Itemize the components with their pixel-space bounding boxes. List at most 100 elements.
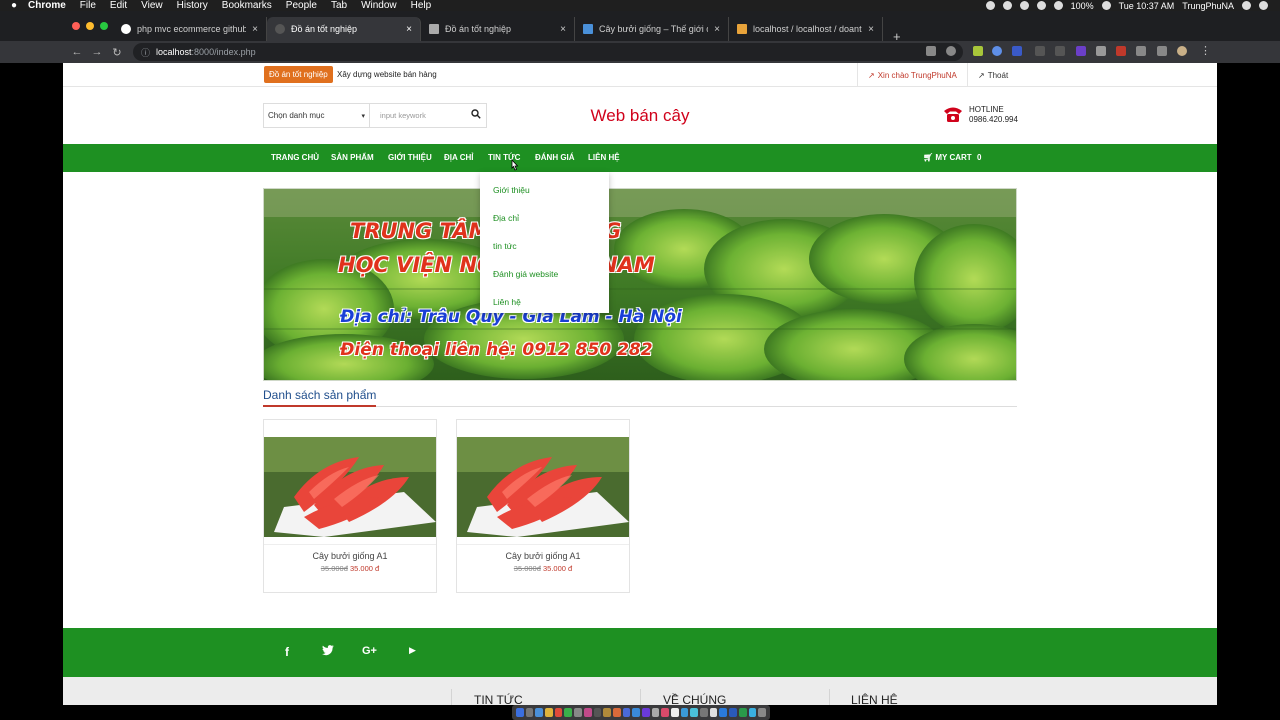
status-app-icon[interactable] xyxy=(1002,1,1012,10)
product-image[interactable] xyxy=(457,437,629,537)
profile-avatar[interactable] xyxy=(1177,46,1187,56)
site-title[interactable]: Web bán cây xyxy=(63,106,1217,126)
menu-window[interactable]: Window xyxy=(361,0,397,11)
dock-app-icon[interactable] xyxy=(593,708,602,717)
dock-skype-icon[interactable] xyxy=(748,708,757,717)
dock-finder-icon[interactable] xyxy=(516,708,524,717)
my-cart-link[interactable]: 🛒︎ MY CART xyxy=(923,144,972,172)
dock-launchpad-icon[interactable] xyxy=(525,708,534,717)
address-bar[interactable]: ⓘ localhost:8000/index.php xyxy=(133,43,963,61)
user-name[interactable]: TrungPhuNA xyxy=(1182,1,1234,11)
menu-chrome[interactable]: Chrome xyxy=(28,0,66,11)
menu-history[interactable]: History xyxy=(177,0,208,11)
dock-app-icon[interactable] xyxy=(690,708,699,717)
dock-app-icon[interactable] xyxy=(583,708,592,717)
dock-app-icon[interactable] xyxy=(612,708,621,717)
status-cloud-icon[interactable] xyxy=(1019,1,1029,10)
dock-notes-icon[interactable] xyxy=(545,708,553,717)
dropdown-item-contact[interactable]: Liên hệ xyxy=(493,297,521,307)
extension-5-icon[interactable] xyxy=(1055,46,1065,56)
translate-icon[interactable] xyxy=(926,46,936,56)
google-plus-icon[interactable]: G+ xyxy=(362,645,377,657)
dock-app-icon[interactable] xyxy=(622,708,631,717)
user-greeting-link[interactable]: ↗ Xin chào TrungPhuNA xyxy=(857,63,967,87)
bookmark-star-icon[interactable] xyxy=(946,46,956,56)
camera-icon[interactable] xyxy=(1096,46,1106,56)
extension-4-icon[interactable] xyxy=(1035,46,1045,56)
dock-app-icon[interactable] xyxy=(641,708,650,717)
logout-link[interactable]: ↗ Thoát xyxy=(967,63,1018,87)
dock-safari-icon[interactable] xyxy=(535,708,544,717)
dropdown-item-news[interactable]: tin tức xyxy=(493,241,517,251)
menu-bookmarks[interactable]: Bookmarks xyxy=(222,0,272,11)
extension-7-icon[interactable] xyxy=(1136,46,1146,56)
battery-level[interactable]: 100% xyxy=(1071,1,1094,11)
extension-1-icon[interactable] xyxy=(973,46,983,56)
dock-xd-icon[interactable] xyxy=(603,708,611,717)
tab-close-icon[interactable]: × xyxy=(406,24,412,35)
menu-file[interactable]: File xyxy=(80,0,96,11)
dock-app-icon[interactable] xyxy=(671,708,679,717)
facebook-icon[interactable]: f xyxy=(285,645,289,659)
zoom-window-button[interactable] xyxy=(100,22,108,30)
dock-app-icon[interactable] xyxy=(709,708,718,717)
dock-chrome-icon[interactable] xyxy=(564,708,573,717)
dock-app-icon[interactable] xyxy=(554,708,563,717)
forward-button[interactable]: → xyxy=(87,46,107,58)
nav-about[interactable]: GIỚI THIỆU xyxy=(388,144,432,172)
dock-app-icon[interactable] xyxy=(574,708,582,717)
dropdown-item-about[interactable]: Giới thiệu xyxy=(493,185,530,195)
product-image[interactable] xyxy=(264,437,436,537)
dropdown-item-reviews[interactable]: Đánh giá website xyxy=(493,269,558,279)
youtube-icon[interactable]: ▶ xyxy=(409,645,416,656)
tab-close-icon[interactable]: × xyxy=(868,24,874,35)
spotlight-icon[interactable] xyxy=(1242,1,1251,10)
menu-edit[interactable]: Edit xyxy=(110,0,127,11)
back-button[interactable]: ← xyxy=(67,46,87,58)
dock-trash-icon[interactable] xyxy=(758,708,766,717)
extensions-puzzle-icon[interactable] xyxy=(1157,46,1167,56)
clock[interactable]: Tue 10:37 AM xyxy=(1119,1,1175,11)
wifi-icon[interactable] xyxy=(1053,1,1063,10)
hotline-phone[interactable]: 0986.420.994 xyxy=(969,115,1018,124)
menu-help[interactable]: Help xyxy=(411,0,432,11)
reload-button[interactable]: ↻ xyxy=(107,46,127,59)
hero-banner[interactable]: TRUNG TÂM GI G HỌC VIỆN NÔNG NAM Địa chỉ… xyxy=(263,188,1017,381)
nav-contact[interactable]: LIÊN HỆ xyxy=(588,144,620,172)
dock-app-icon[interactable] xyxy=(661,708,669,717)
tab-close-icon[interactable]: × xyxy=(252,24,258,35)
product-name[interactable]: Cây bưởi giống A1 xyxy=(264,551,436,561)
menu-view[interactable]: View xyxy=(141,0,163,11)
tab-2-active[interactable]: Đồ án tốt nghiệp × xyxy=(267,17,421,41)
extension-2-icon[interactable] xyxy=(992,46,1002,56)
tab-close-icon[interactable]: × xyxy=(560,24,566,35)
close-window-button[interactable] xyxy=(72,22,80,30)
dock-app-icon[interactable] xyxy=(700,708,708,717)
menu-tab[interactable]: Tab xyxy=(331,0,347,11)
menu-people[interactable]: People xyxy=(286,0,317,11)
tab-5[interactable]: localhost / localhost / doantot × xyxy=(729,17,883,41)
tab-4[interactable]: Cây bưởi giống – Thế giới cây × xyxy=(575,17,729,41)
minimize-window-button[interactable] xyxy=(86,22,94,30)
dock-app-icon[interactable] xyxy=(719,708,728,717)
dock-vscode-icon[interactable] xyxy=(632,708,640,717)
nav-address[interactable]: ĐỊA CHỈ xyxy=(444,144,473,172)
dock-excel-icon[interactable] xyxy=(738,708,747,717)
tab-1[interactable]: php mvc ecommerce github - × xyxy=(113,17,267,41)
tab-close-icon[interactable]: × xyxy=(714,24,720,35)
apple-icon[interactable]: ● xyxy=(0,0,28,11)
product-name[interactable]: Cây bưởi giống A1 xyxy=(457,551,629,561)
dock-telegram-icon[interactable] xyxy=(680,708,689,717)
twitter-icon[interactable] xyxy=(322,645,334,659)
nav-home[interactable]: TRANG CHỦ xyxy=(271,144,319,172)
tab-3[interactable]: Đồ án tốt nghiệp × xyxy=(421,17,575,41)
nav-products[interactable]: SẢN PHẨM xyxy=(331,144,374,172)
nav-reviews[interactable]: ĐÁNH GIÁ xyxy=(535,144,575,172)
extension-6-icon[interactable] xyxy=(1076,46,1086,56)
bluetooth-icon[interactable] xyxy=(1036,1,1046,10)
product-card[interactable]: Cây bưởi giống A1 35.000đ 35.000 đ xyxy=(456,419,630,593)
dock-word-icon[interactable] xyxy=(729,708,737,717)
notification-icon[interactable] xyxy=(1259,1,1268,10)
product-card[interactable]: Cây bưởi giống A1 35.000đ 35.000 đ xyxy=(263,419,437,593)
dock-app-icon[interactable] xyxy=(651,708,660,717)
